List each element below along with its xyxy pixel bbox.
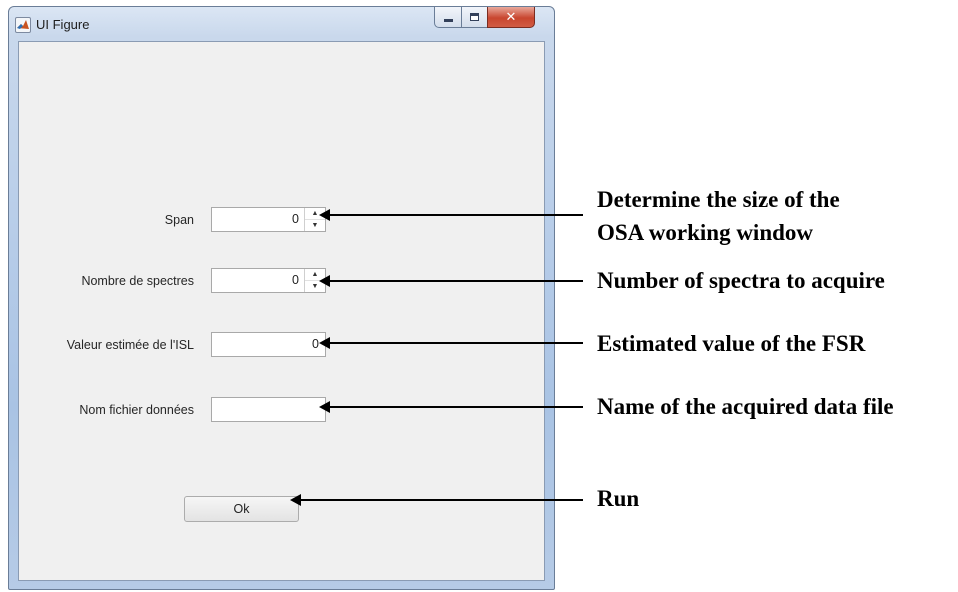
span-decrement-button[interactable]: ▼ xyxy=(305,220,325,231)
span-annotation-line1: Determine the size of the xyxy=(597,187,840,212)
isl-annotation: Estimated value of the FSR xyxy=(597,331,866,356)
spectra-arrow xyxy=(319,275,583,287)
chevron-up-icon: ▲ xyxy=(311,210,319,217)
filename-arrow xyxy=(319,401,583,413)
minimize-icon xyxy=(443,18,453,22)
chevron-down-icon: ▼ xyxy=(311,283,319,290)
span-arrow xyxy=(319,209,583,221)
arrow-head-icon xyxy=(319,275,330,287)
ok-arrow xyxy=(290,494,583,506)
spectra-count-spinner[interactable]: 0 ▲ ▼ xyxy=(211,268,326,293)
data-filename-label: Nom fichier données xyxy=(79,403,194,417)
arrow-head-icon xyxy=(319,337,330,349)
isl-estimate-field[interactable]: 0 xyxy=(211,332,326,357)
run-annotation: Run xyxy=(597,486,640,511)
ui-figure-window: UI Figure ✕ Span 0 ▲ ▼ Nombre de spectre… xyxy=(8,6,555,590)
span-spinner[interactable]: 0 ▲ ▼ xyxy=(211,207,326,232)
span-value[interactable]: 0 xyxy=(292,212,299,226)
spectra-annotation: Number of spectra to acquire xyxy=(597,268,885,293)
title-bar[interactable]: UI Figure ✕ xyxy=(9,7,554,41)
arrow-head-icon xyxy=(319,209,330,221)
matlab-logo-icon xyxy=(15,17,31,33)
span-annotation-line2: OSA working window xyxy=(597,220,814,245)
close-button[interactable]: ✕ xyxy=(487,7,535,28)
filename-annotation: Name of the acquired data file xyxy=(597,394,894,419)
data-filename-field[interactable] xyxy=(211,397,326,422)
span-label: Span xyxy=(164,213,194,227)
isl-estimate-label: Valeur estimée de l'ISL xyxy=(66,338,194,352)
minimize-button[interactable] xyxy=(434,7,462,28)
arrow-head-icon xyxy=(319,401,330,413)
chevron-down-icon: ▼ xyxy=(311,222,319,229)
maximize-icon xyxy=(470,13,479,21)
isl-estimate-value[interactable]: 0 xyxy=(312,337,319,351)
spectra-count-value[interactable]: 0 xyxy=(292,273,299,287)
isl-arrow xyxy=(319,337,583,349)
maximize-button[interactable] xyxy=(461,7,488,28)
arrow-head-icon xyxy=(290,494,301,506)
chevron-up-icon: ▲ xyxy=(311,271,319,278)
close-icon: ✕ xyxy=(505,9,517,25)
window-title: UI Figure xyxy=(36,17,90,32)
ok-button[interactable]: Ok xyxy=(184,496,299,522)
spectra-count-label: Nombre de spectres xyxy=(81,274,194,288)
